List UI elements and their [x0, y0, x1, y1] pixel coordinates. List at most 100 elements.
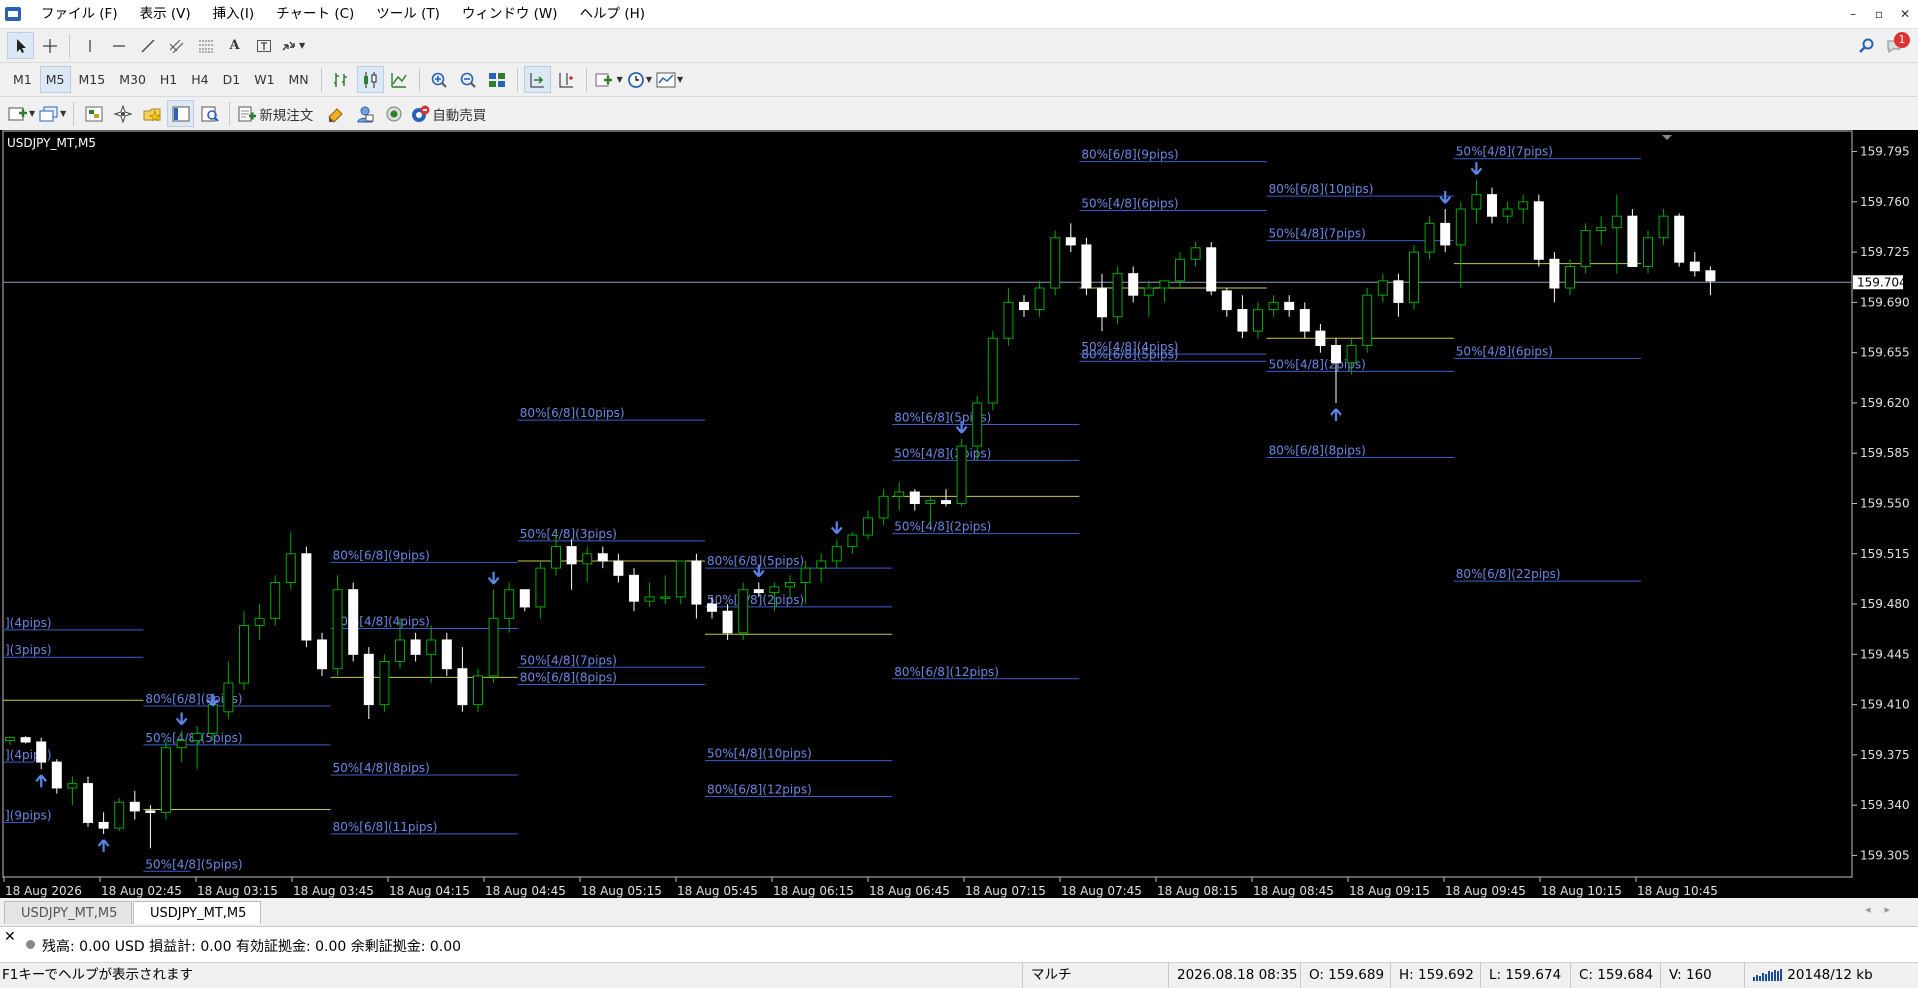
- fib-level-label: 50%[4/8](10pips): [707, 747, 812, 761]
- auto-scroll-icon[interactable]: [523, 66, 551, 93]
- menu-insert[interactable]: 挿入(I): [202, 0, 266, 28]
- time-tick-label: 18 Aug 03:45: [293, 884, 374, 898]
- timeframe-h4[interactable]: H4: [185, 66, 214, 93]
- fib-level-label: ](3pips): [5, 643, 52, 657]
- candle-body: [519, 589, 530, 608]
- timeframe-m15[interactable]: M15: [73, 66, 112, 93]
- fibonacci-icon[interactable]: [192, 32, 219, 59]
- bar-chart-icon[interactable]: [328, 66, 355, 93]
- menu-file[interactable]: ファイル (F): [30, 0, 129, 28]
- price-tick-label: 159.655: [1860, 346, 1910, 360]
- chart-window[interactable]: 159.795 159.760 159.725 159.690 159.655 159.6…: [0, 130, 1918, 898]
- candle-body: [1580, 230, 1591, 267]
- price-chart[interactable]: 159.795 159.760 159.725 159.690 159.655 159.6…: [0, 130, 1918, 898]
- candle-body: [1533, 201, 1544, 260]
- profiles-icon[interactable]: ▼: [38, 100, 67, 127]
- strategy-tester-icon[interactable]: [196, 100, 223, 127]
- candle-body: [738, 589, 749, 634]
- tile-windows-icon[interactable]: [484, 66, 511, 93]
- restore-icon[interactable]: ▫: [1866, 0, 1892, 28]
- candle-body: [878, 495, 889, 519]
- candle-body: [785, 582, 795, 588]
- text-label-icon[interactable]: [250, 32, 277, 59]
- navigator-icon[interactable]: [138, 100, 165, 127]
- horizontal-line-icon[interactable]: [105, 32, 132, 59]
- menu-chart[interactable]: チャート (C): [265, 0, 365, 28]
- data-window-icon[interactable]: [109, 100, 136, 127]
- timeframe-mn[interactable]: MN: [283, 66, 315, 93]
- candlestick-icon[interactable]: [356, 66, 384, 93]
- tab-scroll-arrows-icon[interactable]: ◂▸: [1865, 903, 1904, 916]
- minimize-icon[interactable]: –: [1840, 0, 1866, 28]
- status-profile[interactable]: マルチ: [1022, 963, 1171, 988]
- chart-symbol-title: USDJPY_MT,M5: [7, 136, 96, 150]
- notification-icon[interactable]: 1: [1882, 32, 1910, 59]
- candle-body: [98, 821, 109, 829]
- status-high: H: 159.692: [1390, 963, 1479, 988]
- close-icon[interactable]: ✕: [1892, 0, 1918, 28]
- fib-level-label: 80%[6/8](9pips): [1081, 148, 1178, 162]
- signals-user-icon[interactable]: [351, 100, 378, 127]
- candle-body: [644, 596, 655, 602]
- channel-icon[interactable]: [163, 32, 190, 59]
- timeframe-h1[interactable]: H1: [154, 66, 183, 93]
- timeframe-m5[interactable]: M5: [39, 66, 71, 93]
- candle-body: [1331, 344, 1341, 364]
- candle-body: [1549, 258, 1560, 289]
- time-tick-label: 18 Aug 09:15: [1349, 884, 1430, 898]
- menu-view[interactable]: 表示 (V): [129, 0, 202, 28]
- time-tick-label: 18 Aug 06:45: [869, 884, 950, 898]
- candle-body: [270, 582, 281, 619]
- arrows-icon[interactable]: ▼: [279, 32, 306, 59]
- market-watch-icon[interactable]: [80, 100, 107, 127]
- text-icon[interactable]: A: [221, 32, 248, 59]
- menu-items: ファイル (F) 表示 (V) 挿入(I) チャート (C) ツール (T) ウ…: [30, 0, 656, 28]
- candle-body: [332, 589, 343, 670]
- crosshair-icon[interactable]: [36, 32, 63, 59]
- timeframe-m30[interactable]: M30: [113, 66, 152, 93]
- chart-tab[interactable]: USDJPY_MT,M5: [4, 901, 132, 924]
- menu-help[interactable]: ヘルプ (H): [569, 0, 656, 28]
- auto-trading-button[interactable]: 自動売買: [409, 100, 493, 127]
- search-icon[interactable]: [1853, 32, 1880, 59]
- menu-window[interactable]: ウィンドウ (W): [451, 0, 569, 28]
- candle-body: [145, 810, 156, 813]
- status-datetime: 2026.08.18 08:35: [1168, 963, 1298, 988]
- templates-icon[interactable]: ▼: [655, 66, 684, 93]
- candle-body: [1424, 222, 1435, 253]
- sell-arrow-icon: [487, 571, 500, 585]
- chart-tab-active[interactable]: USDJPY_MT,M5: [133, 901, 261, 924]
- line-chart-icon[interactable]: [386, 66, 413, 93]
- periods-clock-icon[interactable]: ▼: [626, 66, 653, 93]
- new-order-button[interactable]: 新規注文: [236, 100, 320, 127]
- fib-level-label: 80%[6/8](12pips): [894, 665, 999, 679]
- vertical-line-icon[interactable]: [76, 32, 103, 59]
- fib-level-label: 80%[6/8](22pips): [1456, 567, 1561, 581]
- timeframe-m1[interactable]: M1: [7, 66, 38, 93]
- chart-shift-icon[interactable]: [553, 66, 580, 93]
- timeframe-d1[interactable]: D1: [217, 66, 247, 93]
- sell-arrow-icon: [175, 712, 188, 726]
- candle-body: [1284, 301, 1295, 311]
- cursor-icon[interactable]: [7, 32, 34, 59]
- candle-body: [925, 500, 936, 504]
- vps-icon[interactable]: [380, 100, 407, 127]
- metaeditor-icon[interactable]: [322, 100, 349, 127]
- new-chart-icon[interactable]: ▼: [7, 100, 36, 127]
- price-tick-label: 159.795: [1860, 145, 1910, 159]
- status-bar: F1キーでヘルプが表示されます マルチ 2026.08.18 08:35 O: …: [0, 963, 1918, 988]
- fib-level-label: 50%[4/8](4pips): [333, 614, 430, 628]
- panel-close-icon[interactable]: ✕: [4, 929, 16, 945]
- trendline-icon[interactable]: [134, 32, 161, 59]
- candle-body: [1346, 344, 1357, 364]
- menu-tools[interactable]: ツール (T): [365, 0, 451, 28]
- plot-border: [2, 130, 1853, 878]
- terminal-icon[interactable]: [167, 100, 195, 127]
- candle-body: [1003, 301, 1014, 339]
- candle-body: [1565, 265, 1575, 289]
- timeframe-w1[interactable]: W1: [248, 66, 280, 93]
- zoom-out-icon[interactable]: [455, 66, 482, 93]
- indicators-icon[interactable]: ▼: [593, 66, 624, 93]
- fib-level-label: 80%[6/8](10pips): [520, 406, 625, 420]
- zoom-in-icon[interactable]: [426, 66, 453, 93]
